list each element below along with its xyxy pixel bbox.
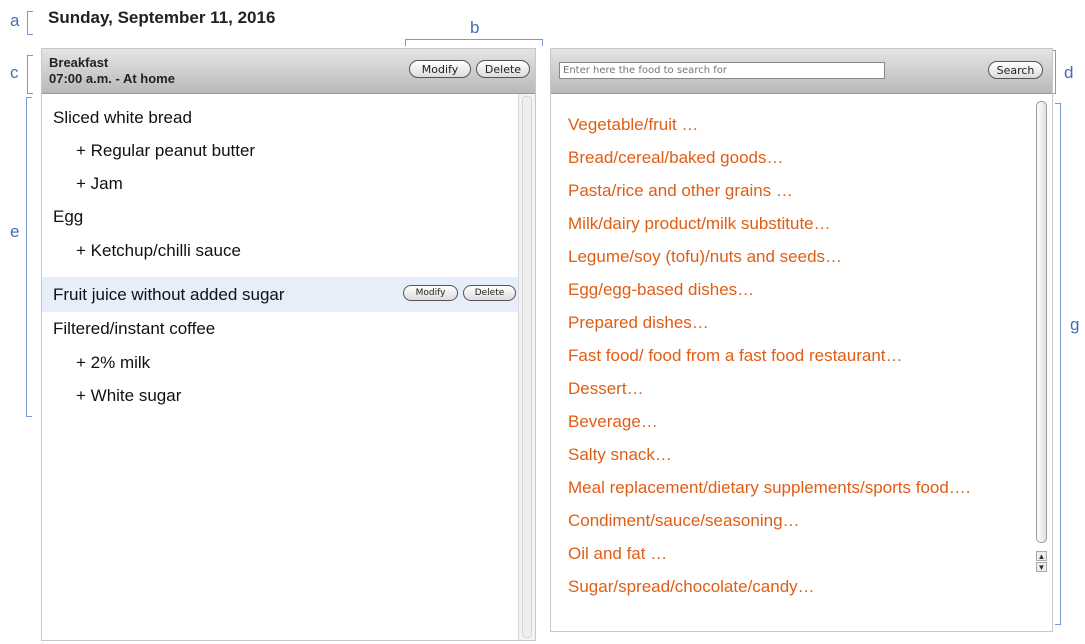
food-item[interactable]: Egg bbox=[42, 200, 518, 233]
food-item-selected[interactable]: Fruit juice without added sugar Modify D… bbox=[42, 277, 518, 312]
delete-item-button[interactable]: Delete bbox=[463, 285, 516, 301]
food-item-label: + Regular peanut butter bbox=[76, 141, 256, 160]
annotation-bracket-b bbox=[405, 39, 543, 46]
scroll-up-arrow-icon[interactable]: ▲ bbox=[1036, 551, 1047, 561]
annotation-bracket-e bbox=[26, 97, 32, 417]
scrollbar-thumb[interactable] bbox=[1036, 101, 1047, 543]
search-button[interactable]: Search bbox=[988, 61, 1043, 79]
meal-time-place: 07:00 a.m. - At home bbox=[49, 71, 175, 86]
category-item[interactable]: Fast food/ food from a fast food restaur… bbox=[568, 345, 903, 367]
food-item-label: + White sugar bbox=[76, 386, 182, 405]
category-item[interactable]: Beverage… bbox=[568, 411, 658, 433]
food-item-label: Egg bbox=[53, 207, 84, 226]
food-item[interactable]: Filtered/instant coffee bbox=[42, 312, 518, 345]
category-list-scrollbar[interactable]: ▲ ▼ bbox=[1033, 101, 1049, 581]
category-list: Vegetable/fruit … Bread/cereal/baked goo… bbox=[551, 94, 1031, 631]
food-item[interactable]: + White sugar bbox=[42, 379, 518, 412]
category-item[interactable]: Dessert… bbox=[568, 378, 644, 400]
food-item[interactable]: + Ketchup/chilli sauce bbox=[42, 234, 518, 267]
category-item[interactable]: Condiment/sauce/seasoning… bbox=[568, 510, 800, 532]
category-item[interactable]: Sugar/spread/chocolate/candy… bbox=[568, 576, 815, 598]
category-item[interactable]: Pasta/rice and other grains … bbox=[568, 180, 793, 202]
category-item[interactable]: Salty snack… bbox=[568, 444, 672, 466]
annotation-c: c bbox=[10, 63, 19, 82]
food-item[interactable]: + Regular peanut butter bbox=[42, 134, 518, 167]
annotation-a: a bbox=[10, 11, 20, 30]
food-item[interactable]: + 2% milk bbox=[42, 346, 518, 379]
food-list-scrollbar[interactable] bbox=[518, 94, 535, 640]
annotation-b: b bbox=[470, 18, 480, 37]
meal-header: Breakfast 07:00 a.m. - At home Modify De… bbox=[42, 49, 535, 94]
annotation-g: g bbox=[1070, 315, 1080, 334]
scrollbar-thumb[interactable] bbox=[522, 96, 532, 638]
category-item[interactable]: Legume/soy (tofu)/nuts and seeds… bbox=[568, 246, 842, 268]
food-item-label: + 2% milk bbox=[76, 353, 151, 372]
food-item[interactable]: Sliced white bread bbox=[42, 101, 518, 134]
category-item[interactable]: Prepared dishes… bbox=[568, 312, 709, 334]
annotation-bracket-a bbox=[27, 11, 33, 35]
food-list: Sliced white bread + Regular peanut butt… bbox=[42, 94, 518, 640]
delete-meal-button[interactable]: Delete bbox=[476, 60, 530, 78]
annotation-bracket-g bbox=[1055, 103, 1061, 625]
category-item[interactable]: Milk/dairy product/milk substitute… bbox=[568, 213, 831, 235]
search-input[interactable] bbox=[559, 62, 885, 79]
search-bar: Search bbox=[551, 49, 1052, 94]
food-search-panel: Search Vegetable/fruit … Bread/cereal/ba… bbox=[550, 48, 1053, 632]
category-item[interactable]: Meal replacement/dietary supplements/spo… bbox=[568, 477, 971, 499]
date-title: Sunday, September 11, 2016 bbox=[48, 8, 276, 27]
food-item-label: + Ketchup/chilli sauce bbox=[76, 241, 241, 260]
food-item-label: Filtered/instant coffee bbox=[53, 319, 216, 338]
food-item-label: + Jam bbox=[76, 174, 123, 193]
annotation-bracket-c bbox=[27, 55, 33, 94]
category-item[interactable]: Vegetable/fruit … bbox=[568, 114, 698, 136]
category-item[interactable]: Bread/cereal/baked goods… bbox=[568, 147, 783, 169]
modify-meal-button[interactable]: Modify bbox=[409, 60, 471, 78]
scroll-down-arrow-icon[interactable]: ▼ bbox=[1036, 562, 1047, 572]
modify-item-button[interactable]: Modify bbox=[403, 285, 458, 301]
food-item-label: Fruit juice without added sugar bbox=[53, 285, 285, 304]
annotation-d: d bbox=[1064, 63, 1074, 82]
annotation-e: e bbox=[10, 222, 20, 241]
meal-name: Breakfast bbox=[49, 55, 109, 70]
category-item[interactable]: Oil and fat … bbox=[568, 543, 667, 565]
category-item[interactable]: Egg/egg-based dishes… bbox=[568, 279, 754, 301]
food-item-label: Sliced white bread bbox=[53, 108, 192, 127]
meal-panel: Breakfast 07:00 a.m. - At home Modify De… bbox=[41, 48, 536, 641]
food-item[interactable]: + Jam bbox=[42, 167, 518, 200]
